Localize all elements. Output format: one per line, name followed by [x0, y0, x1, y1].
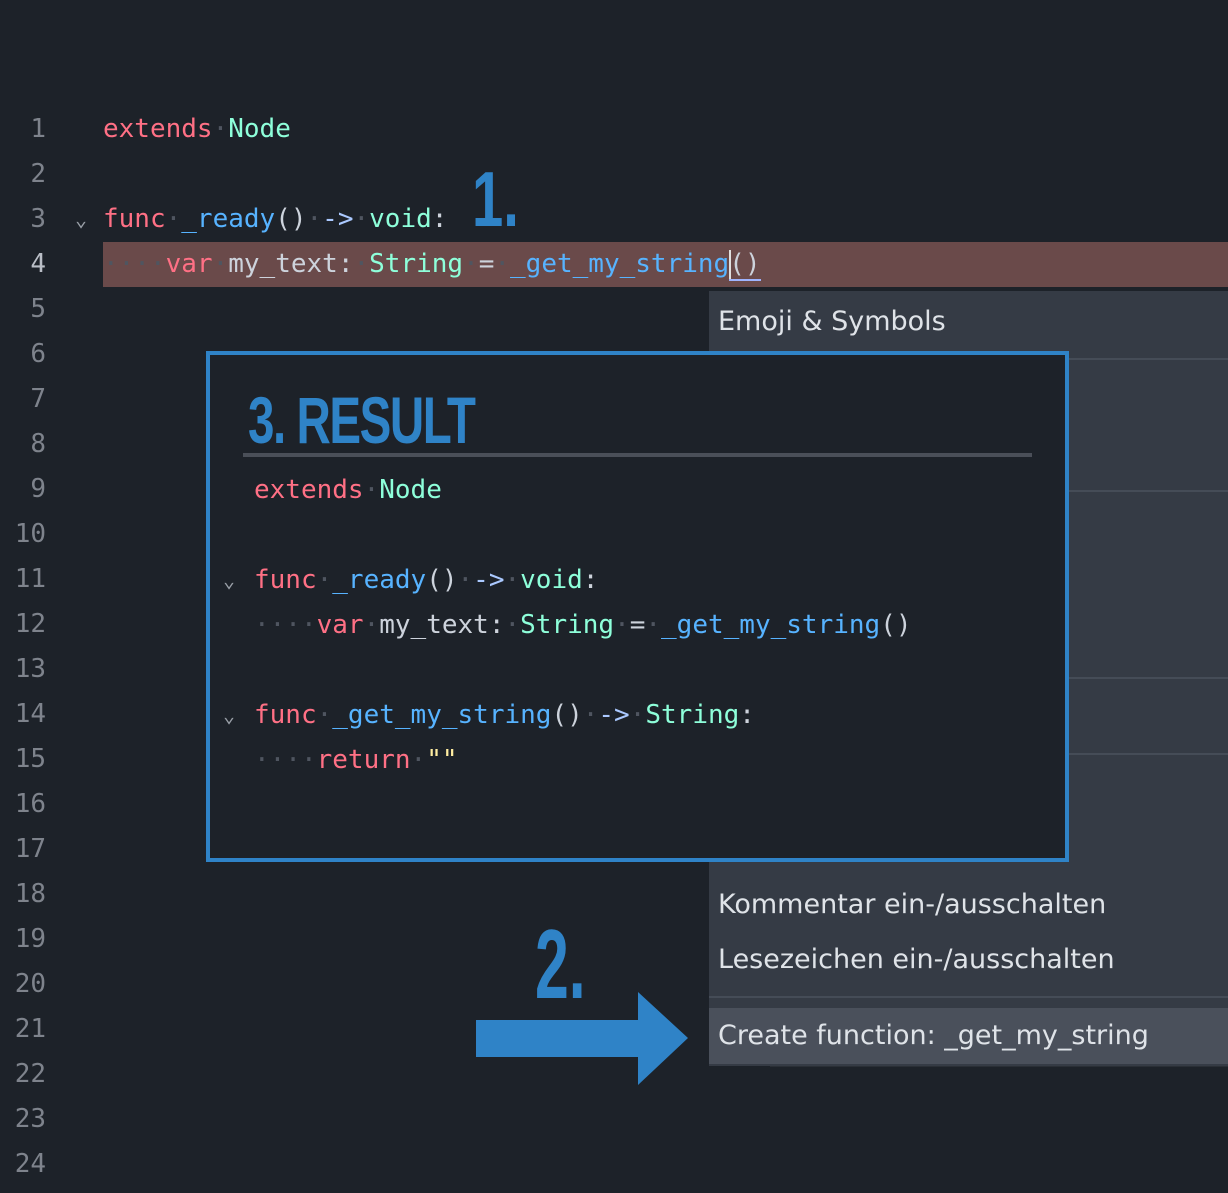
line-number: 14 — [14, 699, 46, 729]
line-number: 5 — [30, 294, 46, 324]
line-number: 10 — [14, 519, 46, 549]
colon: : — [431, 204, 448, 234]
keyword-extends: extends — [254, 475, 364, 505]
code-editor: { "editor": { "line_numbers": ["1","2","… — [0, 0, 1228, 1193]
fold-chevron-icon[interactable]: ⌄ — [70, 197, 92, 242]
variable-name: my_text — [379, 610, 489, 640]
colon: : — [488, 610, 505, 640]
result-line-3: ⌄ func·_ready()·->·void: — [210, 558, 1065, 603]
keyword-return: return — [316, 745, 411, 775]
line-number: 6 — [30, 339, 46, 369]
menu-item-toggle-bookmark[interactable]: Lesezeichen ein-/ausschalten — [718, 935, 1115, 985]
type-string: String — [369, 249, 464, 279]
menu-separator — [709, 996, 1228, 998]
return-arrow: -> — [598, 700, 630, 730]
line-number-row[interactable]: 23 — [0, 1097, 1228, 1142]
variable-name: my_text — [228, 249, 338, 279]
result-divider — [243, 453, 1032, 457]
call-name: _get_my_string — [510, 249, 730, 279]
keyword-func: func — [103, 204, 166, 234]
menu-shadow — [770, 1066, 1228, 1077]
keyword-func: func — [254, 700, 317, 730]
line-number: 24 — [14, 1149, 46, 1179]
string-literal: "" — [426, 745, 458, 775]
line-number: 20 — [14, 969, 46, 999]
line-number: 2 — [30, 159, 46, 189]
function-name: _ready — [181, 204, 276, 234]
keyword-extends: extends — [103, 114, 213, 144]
parens: () — [551, 700, 583, 730]
call-parens: () — [880, 610, 912, 640]
colon: : — [739, 700, 755, 730]
line-number-row[interactable]: 2 — [0, 152, 1228, 197]
colon: : — [337, 249, 354, 279]
result-title: 3. RESULT — [248, 383, 476, 457]
line-number: 23 — [14, 1104, 46, 1134]
step-1-annotation: 1. — [472, 155, 519, 243]
line-number: 13 — [14, 654, 46, 684]
keyword-var: var — [316, 610, 364, 640]
fold-chevron-icon: ⌄ — [222, 703, 236, 727]
line-number: 11 — [14, 564, 46, 594]
type-node: Node — [379, 475, 442, 505]
code-line-3[interactable]: ⌄ func·_ready()·->·void: — [0, 197, 1228, 242]
code-line-1[interactable]: extends·Node — [0, 107, 1228, 152]
line-number: 18 — [14, 879, 46, 909]
result-line-1: extends·Node — [254, 475, 442, 505]
equals: = — [629, 610, 646, 640]
parens: () — [426, 565, 458, 595]
return-arrow: -> — [322, 204, 354, 234]
line-number: 12 — [14, 609, 46, 639]
menu-item-create-function[interactable]: Create function: _get_my_string — [718, 1011, 1149, 1061]
line-number: 8 — [30, 429, 46, 459]
colon: : — [582, 565, 599, 595]
function-name: _get_my_string — [332, 700, 552, 730]
return-arrow: -> — [473, 565, 505, 595]
line-number: 7 — [30, 384, 46, 414]
return-type: String — [645, 700, 740, 730]
line-number: 21 — [14, 1014, 46, 1044]
result-line-7: ····return·"" — [254, 745, 458, 775]
result-line-4: ····var·my_text:·String·=·_get_my_string… — [254, 610, 912, 640]
line-number: 17 — [14, 834, 46, 864]
type-node: Node — [228, 114, 291, 144]
function-name: _ready — [332, 565, 427, 595]
code-line-4[interactable]: ····var·my_text:·String·=·_get_my_string… — [0, 242, 1228, 287]
equals: = — [478, 249, 495, 279]
return-type: void — [520, 565, 583, 595]
arrow-right-icon — [476, 992, 688, 1085]
return-type: void — [369, 204, 432, 234]
menu-item-toggle-comment[interactable]: Kommentar ein-/ausschalten — [718, 880, 1106, 930]
line-number: 9 — [30, 474, 46, 504]
result-panel: 3. RESULT extends·Node ⌄ func·_ready()·-… — [206, 351, 1069, 862]
line-number-row[interactable]: 24 — [0, 1142, 1228, 1187]
line-number: 19 — [14, 924, 46, 954]
line-number: 22 — [14, 1059, 46, 1089]
parens: () — [275, 204, 307, 234]
call-name: _get_my_string — [661, 610, 881, 640]
keyword-var: var — [165, 249, 213, 279]
call-parens: () — [729, 249, 761, 281]
menu-item-emoji-symbols[interactable]: Emoji & Symbols — [718, 297, 946, 347]
line-number: 15 — [14, 744, 46, 774]
result-line-6: ⌄ func·_get_my_string()·->·String: — [210, 693, 1065, 738]
type-string: String — [520, 610, 615, 640]
fold-chevron-icon: ⌄ — [222, 568, 236, 592]
keyword-func: func — [254, 565, 317, 595]
line-number: 16 — [14, 789, 46, 819]
